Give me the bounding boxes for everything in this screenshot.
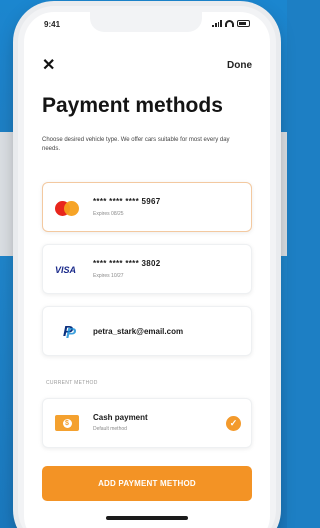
payment-card-visa[interactable]: VISA **** **** **** 3802 Expires 10/27 <box>42 244 252 294</box>
home-indicator <box>106 516 188 520</box>
add-payment-method-button[interactable]: ADD PAYMENT METHOD <box>42 466 252 501</box>
card-expiry: Expires 08/25 <box>93 211 124 217</box>
page-subtitle: Choose desired vehicle type. We offer ca… <box>42 137 230 152</box>
phone-frame: 9:41 ✕ Done Payment methods Choose desir… <box>18 6 276 528</box>
notch <box>90 12 202 32</box>
paypal-logo-icon: PP <box>63 323 77 342</box>
status-time: 9:41 <box>44 20 61 29</box>
signal-icon <box>212 20 222 27</box>
payment-card-paypal[interactable]: PP petra_stark@email.com <box>42 306 252 356</box>
status-bar: 9:41 <box>24 12 270 38</box>
card-expiry: Expires 10/27 <box>93 273 124 279</box>
cash-payment-title: Cash payment <box>93 413 148 422</box>
status-icons <box>212 20 250 27</box>
mastercard-logo-icon <box>55 199 87 217</box>
payment-card-mastercard[interactable]: **** **** **** 5967 Expires 08/25 <box>42 182 252 232</box>
cash-icon: $ <box>55 415 79 431</box>
check-icon: ✓ <box>226 416 241 431</box>
cash-payment-card[interactable]: $ Cash payment Default method ✓ <box>42 398 252 448</box>
page-title: Payment methods <box>42 94 223 117</box>
current-method-label: CURRENT METHOD <box>46 380 98 386</box>
visa-logo-icon: VISA <box>55 265 77 275</box>
cash-payment-subtitle: Default method <box>93 426 127 432</box>
done-button[interactable]: Done <box>227 60 252 71</box>
battery-icon <box>237 20 250 27</box>
top-bar: ✕ Done <box>24 56 270 80</box>
phone-screen: 9:41 ✕ Done Payment methods Choose desir… <box>24 12 270 528</box>
card-number: **** **** **** 3802 <box>93 259 161 268</box>
dollar-icon: $ <box>62 418 72 428</box>
paypal-email: petra_stark@email.com <box>93 327 184 336</box>
close-icon[interactable]: ✕ <box>42 58 58 74</box>
wifi-icon <box>225 20 234 27</box>
card-number: **** **** **** 5967 <box>93 197 161 206</box>
